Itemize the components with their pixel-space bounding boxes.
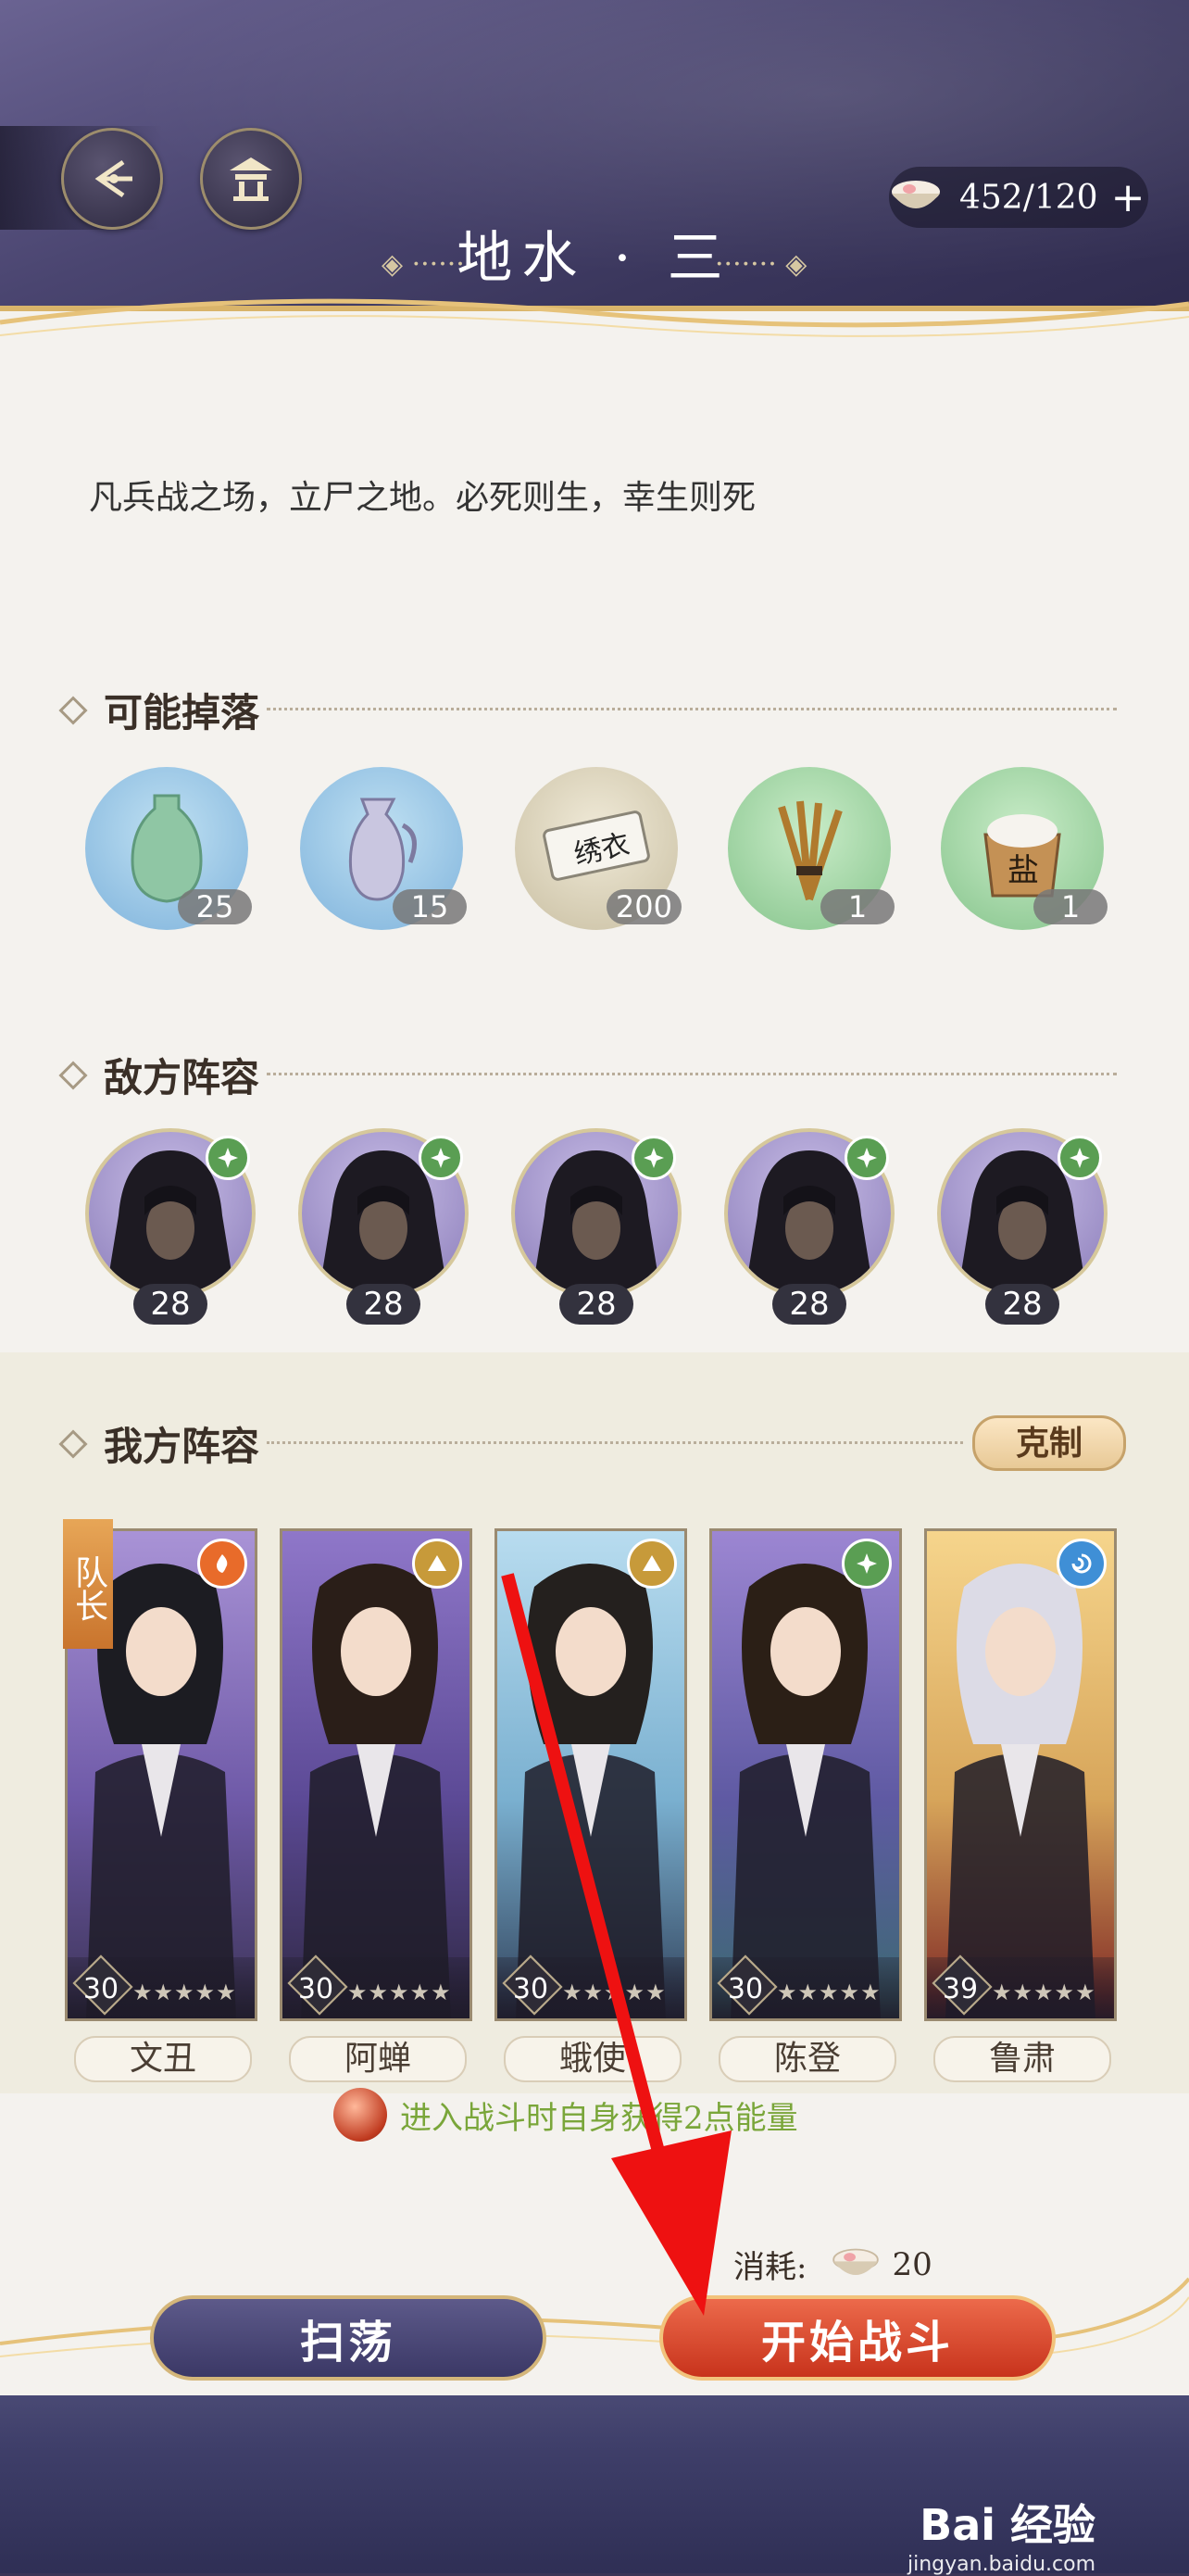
hero-portrait [497, 1531, 684, 2018]
captain-tag: 队长 [63, 1519, 113, 1649]
hero-figure [516, 1564, 666, 2018]
drop-item-1[interactable]: 25 [85, 767, 252, 930]
wind-element-icon [206, 1136, 250, 1180]
wind-element-icon [632, 1136, 676, 1180]
back-arrow-icon [94, 159, 132, 198]
hero-level: 30 [727, 1973, 764, 2005]
drops-heading-text: 可能掉落 [104, 690, 260, 735]
drop-count: 1 [820, 889, 895, 924]
hero-level: 30 [82, 1973, 119, 2005]
cost-amount: 20 [892, 2245, 932, 2283]
earth-element-icon [412, 1539, 462, 1589]
svg-text:盐: 盐 [1008, 852, 1039, 889]
enemy-level: 28 [346, 1284, 420, 1325]
water-element-icon [1057, 1539, 1107, 1589]
wind-element-icon [1058, 1136, 1102, 1180]
hero-figure [731, 1564, 881, 2018]
enemy-slot[interactable]: 28 [511, 1128, 682, 1332]
stage-description: 凡兵战之场，立尸之地。必死则生，幸生则死 [89, 479, 757, 517]
hero-name: 陈登 [719, 2036, 896, 2082]
energy-orb-icon [333, 2088, 387, 2142]
cost-label: 消耗: [733, 2249, 807, 2286]
hero-card[interactable]: 30 ★★★★★ [494, 1528, 687, 2021]
divider [267, 708, 1117, 710]
enemy-level: 28 [559, 1284, 633, 1325]
drop-item-3[interactable]: 绣衣 200 [515, 767, 682, 930]
hero-name: 阿蝉 [289, 2036, 467, 2082]
skill-buff-line: 进入战斗时自身获得2点能量 [333, 2088, 798, 2142]
title-ornament-right: ······· ◈ [715, 248, 807, 281]
hero-figure [945, 1564, 1095, 2018]
enemy-slot[interactable]: 28 [298, 1128, 469, 1332]
hero-portrait [927, 1531, 1114, 2018]
drop-count: 25 [178, 889, 252, 924]
drops-heading: 可能掉落 [58, 682, 260, 738]
drop-count: 200 [606, 889, 682, 924]
drop-item-5[interactable]: 盐 1 [941, 767, 1108, 930]
enemy-level: 28 [133, 1284, 207, 1325]
pavilion-icon [230, 157, 272, 201]
divider [267, 1441, 963, 1444]
stamina-value: 452/120 [959, 178, 1098, 217]
diamond-bullet-icon [58, 695, 88, 725]
drop-count: 15 [393, 889, 467, 924]
star-rating: ★★★★★ [132, 1979, 237, 2005]
wind-element-icon [842, 1539, 892, 1589]
drop-count: 1 [1033, 889, 1108, 924]
hero-card[interactable]: 30 ★★★★★ [280, 1528, 472, 2021]
fire-element-icon [197, 1539, 247, 1589]
hero-name: 鲁肃 [933, 2036, 1111, 2082]
enemy-slot[interactable]: 28 [937, 1128, 1108, 1332]
hero-card[interactable]: 39 ★★★★★ [924, 1528, 1117, 2021]
allies-heading: 我方阵容 [58, 1415, 260, 1472]
wind-element-icon [845, 1136, 889, 1180]
allies-heading-text: 我方阵容 [104, 1424, 260, 1469]
hero-figure [301, 1564, 451, 2018]
earth-element-icon [627, 1539, 677, 1589]
star-rating: ★★★★★ [562, 1979, 667, 2005]
drop-item-2[interactable]: 15 [300, 767, 467, 930]
hero-name: 文丑 [74, 2036, 252, 2082]
embroidered-scroll-icon: 绣衣 [543, 810, 650, 881]
drop-item-4[interactable]: 1 [728, 767, 895, 930]
wind-element-icon [419, 1136, 463, 1180]
enemy-level: 28 [772, 1284, 846, 1325]
rice-bowl-icon [832, 2248, 880, 2275]
hero-level: 39 [942, 1973, 979, 2005]
hero-portrait [282, 1531, 469, 2018]
buff-text: 进入战斗时自身获得2点能量 [400, 2099, 798, 2137]
enemy-level: 28 [985, 1284, 1059, 1325]
watermark-brand: Bai 经验 [920, 2500, 1096, 2550]
hero-level: 30 [297, 1973, 334, 2005]
watermark-url: jingyan.baidu.com [907, 2553, 1096, 2576]
enemy-slot[interactable]: 28 [724, 1128, 895, 1332]
diamond-bullet-icon [58, 1060, 88, 1090]
hero-portrait [712, 1531, 899, 2018]
enemies-heading: 敌方阵容 [58, 1047, 260, 1103]
hero-level: 30 [512, 1973, 549, 2005]
divider [267, 1073, 1117, 1075]
hero-name: 蛾使 [504, 2036, 682, 2082]
baidu-watermark: Bai 经验 jingyan.baidu.com [907, 2492, 1095, 2576]
enemies-heading-text: 敌方阵容 [104, 1055, 260, 1100]
star-rating: ★★★★★ [777, 1979, 882, 2005]
counter-button[interactable]: 克制 [972, 1415, 1126, 1471]
sweep-button[interactable]: 扫荡 [150, 2295, 546, 2381]
hero-card[interactable]: 30 ★★★★★ [709, 1528, 902, 2021]
enemy-slot[interactable]: 28 [85, 1128, 256, 1332]
star-rating: ★★★★★ [992, 1979, 1096, 2005]
gold-wave-top [0, 298, 1189, 337]
diamond-bullet-icon [58, 1428, 88, 1459]
star-rating: ★★★★★ [347, 1979, 452, 2005]
cost-line: 消耗: 20 [733, 2242, 932, 2287]
start-battle-button[interactable]: 开始战斗 [659, 2295, 1056, 2381]
page-title: 地水 · 三 [457, 226, 732, 291]
